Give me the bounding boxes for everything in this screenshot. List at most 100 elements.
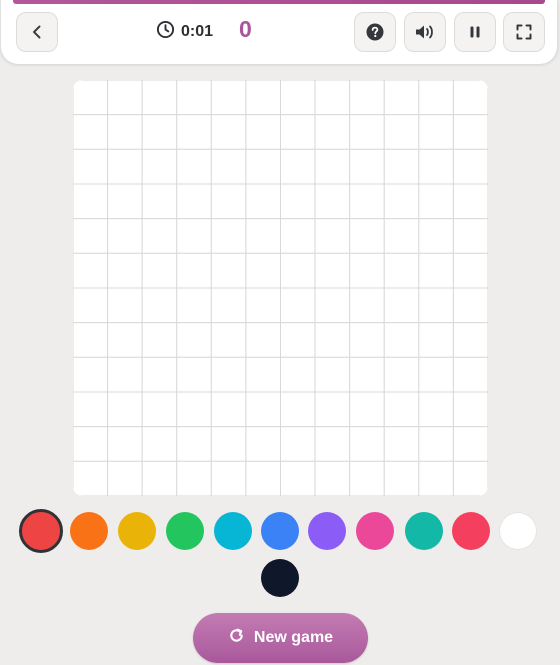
- color-swatch[interactable]: [499, 512, 537, 550]
- board-cell[interactable]: [452, 391, 488, 428]
- board-cell[interactable]: [107, 114, 143, 150]
- board-cell[interactable]: [73, 287, 109, 324]
- board-cell[interactable]: [245, 252, 281, 289]
- board-cell[interactable]: [210, 287, 247, 324]
- board-cell[interactable]: [176, 391, 212, 428]
- board-cell[interactable]: [107, 252, 143, 289]
- color-swatch[interactable]: [405, 512, 443, 550]
- board-cell[interactable]: [349, 460, 385, 496]
- board-cell[interactable]: [280, 218, 316, 254]
- board-cell[interactable]: [418, 80, 454, 116]
- board-cell[interactable]: [176, 426, 212, 462]
- board-cell[interactable]: [245, 356, 281, 393]
- board-cell[interactable]: [210, 252, 247, 289]
- board-cell[interactable]: [176, 114, 212, 150]
- board-cell[interactable]: [280, 80, 316, 116]
- board-cell[interactable]: [418, 114, 454, 150]
- back-button[interactable]: [16, 12, 58, 52]
- board-cell[interactable]: [418, 322, 454, 358]
- board-cell[interactable]: [73, 80, 109, 116]
- board-cell[interactable]: [383, 356, 420, 393]
- board-cell[interactable]: [383, 287, 420, 324]
- color-swatch[interactable]: [70, 512, 108, 550]
- board-cell[interactable]: [245, 426, 281, 462]
- color-swatch[interactable]: [261, 512, 299, 550]
- board-cell[interactable]: [418, 183, 454, 220]
- board-cell[interactable]: [73, 218, 109, 254]
- board-cell[interactable]: [176, 356, 212, 393]
- board-cell[interactable]: [418, 391, 454, 428]
- board-cell[interactable]: [280, 356, 316, 393]
- board-cell[interactable]: [314, 114, 351, 150]
- board-cell[interactable]: [73, 114, 109, 150]
- board-cell[interactable]: [245, 80, 281, 116]
- board-cell[interactable]: [349, 287, 385, 324]
- board-cell[interactable]: [245, 287, 281, 324]
- color-swatch[interactable]: [118, 512, 156, 550]
- board-cell[interactable]: [452, 322, 488, 358]
- board-cell[interactable]: [73, 322, 109, 358]
- board-cell[interactable]: [245, 322, 281, 358]
- sound-button[interactable]: [404, 12, 446, 52]
- board-cell[interactable]: [107, 218, 143, 254]
- board-cell[interactable]: [245, 148, 281, 185]
- board-cell[interactable]: [141, 114, 178, 150]
- board-cell[interactable]: [314, 426, 351, 462]
- board-cell[interactable]: [210, 322, 247, 358]
- board-cell[interactable]: [383, 218, 420, 254]
- board-cell[interactable]: [314, 252, 351, 289]
- board-cell[interactable]: [383, 148, 420, 185]
- color-swatch[interactable]: [356, 512, 394, 550]
- board-cell[interactable]: [452, 114, 488, 150]
- board-cell[interactable]: [141, 148, 178, 185]
- board-cell[interactable]: [176, 80, 212, 116]
- board-cell[interactable]: [280, 183, 316, 220]
- board-cell[interactable]: [210, 460, 247, 496]
- board-cell[interactable]: [280, 322, 316, 358]
- board-cell[interactable]: [176, 252, 212, 289]
- board-cell[interactable]: [210, 80, 247, 116]
- board-cell[interactable]: [314, 460, 351, 496]
- board-cell[interactable]: [383, 183, 420, 220]
- board-cell[interactable]: [107, 80, 143, 116]
- board-cell[interactable]: [107, 426, 143, 462]
- board-cell[interactable]: [452, 218, 488, 254]
- fullscreen-button[interactable]: [503, 12, 545, 52]
- board-cell[interactable]: [383, 426, 420, 462]
- help-button[interactable]: [354, 12, 396, 52]
- board-cell[interactable]: [245, 183, 281, 220]
- board-cell[interactable]: [210, 114, 247, 150]
- board-cell[interactable]: [141, 218, 178, 254]
- board-cell[interactable]: [280, 426, 316, 462]
- board-cell[interactable]: [349, 426, 385, 462]
- color-swatch[interactable]: [261, 559, 299, 597]
- board-cell[interactable]: [314, 148, 351, 185]
- board-cell[interactable]: [210, 183, 247, 220]
- board-cell[interactable]: [141, 426, 178, 462]
- board-cell[interactable]: [141, 391, 178, 428]
- board-cell[interactable]: [280, 114, 316, 150]
- board-grid[interactable]: [73, 80, 488, 496]
- board-cell[interactable]: [107, 287, 143, 324]
- board-cell[interactable]: [73, 426, 109, 462]
- color-swatch[interactable]: [166, 512, 204, 550]
- board-cell[interactable]: [107, 322, 143, 358]
- board-cell[interactable]: [314, 322, 351, 358]
- board-cell[interactable]: [314, 287, 351, 324]
- board-cell[interactable]: [176, 287, 212, 324]
- board-cell[interactable]: [210, 426, 247, 462]
- board-cell[interactable]: [418, 287, 454, 324]
- board-cell[interactable]: [280, 460, 316, 496]
- board-cell[interactable]: [245, 391, 281, 428]
- board-cell[interactable]: [210, 148, 247, 185]
- board-cell[interactable]: [73, 460, 109, 496]
- board-cell[interactable]: [280, 391, 316, 428]
- board-cell[interactable]: [176, 218, 212, 254]
- board-cell[interactable]: [418, 460, 454, 496]
- board-cell[interactable]: [176, 183, 212, 220]
- board-cell[interactable]: [314, 80, 351, 116]
- board-cell[interactable]: [73, 252, 109, 289]
- board-cell[interactable]: [452, 148, 488, 185]
- board-cell[interactable]: [314, 183, 351, 220]
- board-cell[interactable]: [452, 426, 488, 462]
